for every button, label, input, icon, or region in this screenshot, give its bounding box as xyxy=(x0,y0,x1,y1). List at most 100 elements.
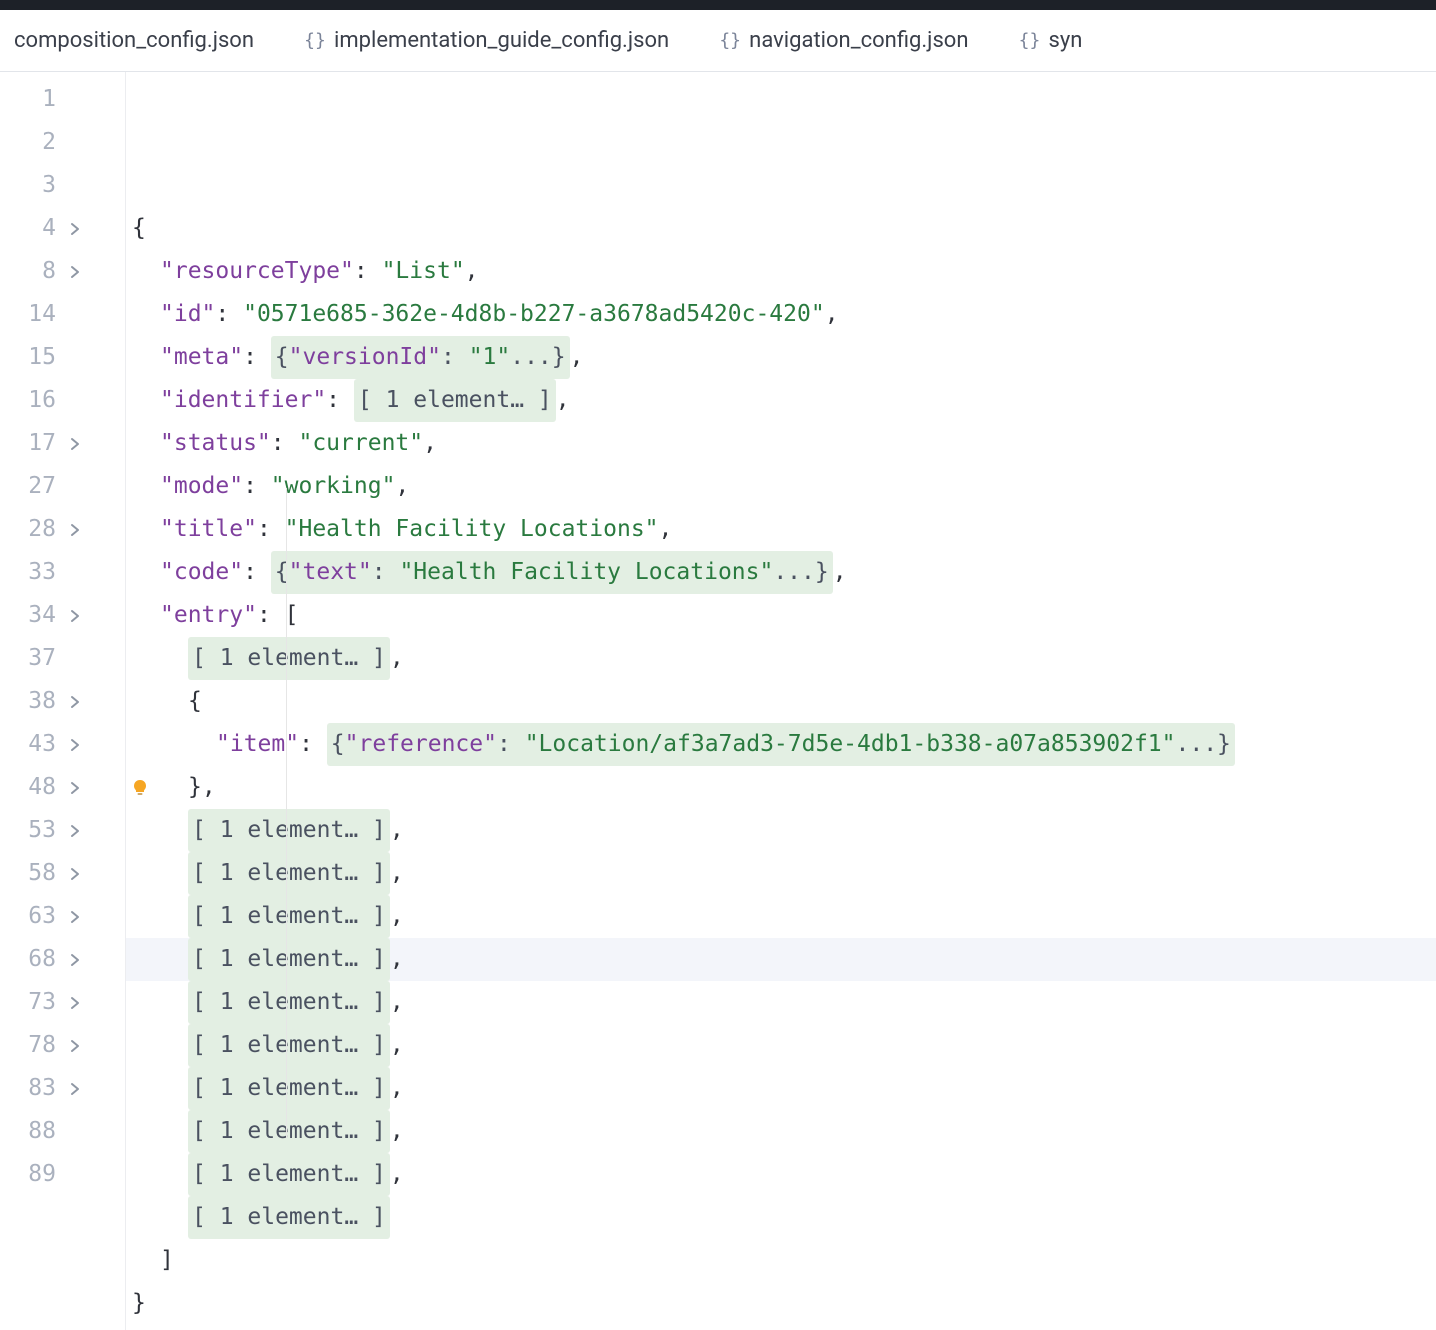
fold-toggle[interactable] xyxy=(60,523,90,537)
code-line[interactable]: { xyxy=(132,680,1436,723)
code-line[interactable]: ] xyxy=(132,1239,1436,1282)
gutter-row: 33 xyxy=(0,551,125,594)
code-line[interactable]: [ 1 element… ], xyxy=(132,809,1436,852)
line-number: 53 xyxy=(0,809,60,852)
fold-toggle[interactable] xyxy=(60,996,90,1010)
json-key: "entry" xyxy=(160,594,257,637)
json-file-icon: {} xyxy=(1021,32,1039,50)
gutter-row: 8 xyxy=(0,250,125,293)
fold-toggle[interactable] xyxy=(60,824,90,838)
fold-toggle[interactable] xyxy=(60,437,90,451)
json-punct: , xyxy=(395,465,409,508)
fold-toggle[interactable] xyxy=(60,1082,90,1096)
fold-toggle[interactable] xyxy=(60,265,90,279)
code-line[interactable]: [ 1 element… ], xyxy=(126,938,1436,981)
json-key: "code" xyxy=(160,551,243,594)
tab[interactable]: composition_config.json xyxy=(0,10,280,71)
tab[interactable]: {}navigation_config.json xyxy=(695,10,994,71)
fold-toggle[interactable] xyxy=(60,609,90,623)
json-key: "title" xyxy=(160,508,257,551)
folded-region: [ 1 element… ] xyxy=(188,938,390,981)
gutter-row: 4 xyxy=(0,207,125,250)
code-line[interactable]: [ 1 element… ], xyxy=(132,1024,1436,1067)
code-line[interactable]: "id": "0571e685-362e-4d8b-b227-a3678ad54… xyxy=(132,293,1436,336)
code-line[interactable]: { xyxy=(132,207,1436,250)
code-line[interactable]: [ 1 element… ], xyxy=(132,1153,1436,1196)
line-number: 27 xyxy=(0,465,60,508)
gutter-row: 43 xyxy=(0,723,125,766)
folded-region: [ 1 element… ] xyxy=(188,637,390,680)
json-key: "meta" xyxy=(160,336,243,379)
code-line[interactable]: "resourceType": "List", xyxy=(132,250,1436,293)
json-punct: , xyxy=(423,422,437,465)
line-number: 15 xyxy=(0,336,60,379)
json-punct: , xyxy=(390,809,404,852)
code-area[interactable]: {"resourceType": "List","id": "0571e685-… xyxy=(126,72,1436,1330)
line-number: 63 xyxy=(0,895,60,938)
folded-region: [ 1 element… ] xyxy=(188,1024,390,1067)
gutter-row: 78 xyxy=(0,1024,125,1067)
gutter-row: 27 xyxy=(0,465,125,508)
json-punct: : xyxy=(299,723,327,766)
line-number: 58 xyxy=(0,852,60,895)
code-line[interactable]: }, xyxy=(132,766,1436,809)
json-string: "Health Facility Locations" xyxy=(285,508,659,551)
tab-label: composition_config.json xyxy=(14,28,254,53)
json-file-icon: {} xyxy=(721,32,739,50)
json-punct: { xyxy=(188,680,202,723)
tab[interactable]: {}syn xyxy=(995,10,1083,71)
fold-toggle[interactable] xyxy=(60,222,90,236)
fold-toggle[interactable] xyxy=(60,695,90,709)
indent-guide xyxy=(286,488,287,1138)
code-line[interactable]: "entry": [ xyxy=(132,594,1436,637)
gutter-row: 14 xyxy=(0,293,125,336)
json-punct: : xyxy=(257,508,285,551)
code-line[interactable]: "identifier": [ 1 element… ], xyxy=(132,379,1436,422)
code-line[interactable]: "item": {"reference": "Location/af3a7ad3… xyxy=(132,723,1436,766)
line-number: 1 xyxy=(0,78,60,121)
line-number: 3 xyxy=(0,164,60,207)
code-line[interactable]: "mode": "working", xyxy=(132,465,1436,508)
code-line[interactable]: "title": "Health Facility Locations", xyxy=(132,508,1436,551)
line-number: 38 xyxy=(0,680,60,723)
code-line[interactable]: [ 1 element… ], xyxy=(132,852,1436,895)
code-line[interactable]: [ 1 element… ], xyxy=(132,637,1436,680)
code-line[interactable]: "status": "current", xyxy=(132,422,1436,465)
gutter-row: 73 xyxy=(0,981,125,1024)
fold-toggle[interactable] xyxy=(60,781,90,795)
folded-region: [ 1 element… ] xyxy=(188,809,390,852)
fold-toggle[interactable] xyxy=(60,953,90,967)
line-number: 48 xyxy=(0,766,60,809)
code-line[interactable]: [ 1 element… ], xyxy=(132,1067,1436,1110)
fold-toggle[interactable] xyxy=(60,738,90,752)
json-punct: : xyxy=(354,250,382,293)
json-punct: : xyxy=(215,293,243,336)
gutter-row: 2 xyxy=(0,121,125,164)
json-punct: , xyxy=(465,250,479,293)
line-number: 17 xyxy=(0,422,60,465)
folded-region: [ 1 element… ] xyxy=(354,379,556,422)
gutter-row: 48 xyxy=(0,766,125,809)
code-line[interactable]: "meta": {"versionId": "1"...}, xyxy=(132,336,1436,379)
code-line[interactable]: [ 1 element… ], xyxy=(132,981,1436,1024)
tab[interactable]: {}implementation_guide_config.json xyxy=(280,10,695,71)
folded-region: {"text": "Health Facility Locations"...} xyxy=(271,551,833,594)
folded-region: {"reference": "Location/af3a7ad3-7d5e-4d… xyxy=(327,723,1235,766)
json-string: "List" xyxy=(382,250,465,293)
code-line[interactable]: } xyxy=(132,1282,1436,1325)
code-line[interactable]: "code": {"text": "Health Facility Locati… xyxy=(132,551,1436,594)
code-line[interactable]: [ 1 element… ], xyxy=(132,1110,1436,1153)
code-line[interactable]: [ 1 element… ] xyxy=(132,1196,1436,1239)
json-file-icon: {} xyxy=(306,32,324,50)
gutter-row: 15 xyxy=(0,336,125,379)
code-line[interactable]: [ 1 element… ], xyxy=(132,895,1436,938)
json-key: "status" xyxy=(160,422,271,465)
json-punct: : xyxy=(243,465,271,508)
fold-toggle[interactable] xyxy=(60,1039,90,1053)
gutter-row: 89 xyxy=(0,1153,125,1196)
line-number: 73 xyxy=(0,981,60,1024)
fold-toggle[interactable] xyxy=(60,910,90,924)
fold-toggle[interactable] xyxy=(60,867,90,881)
line-number: 34 xyxy=(0,594,60,637)
gutter-row: 38 xyxy=(0,680,125,723)
